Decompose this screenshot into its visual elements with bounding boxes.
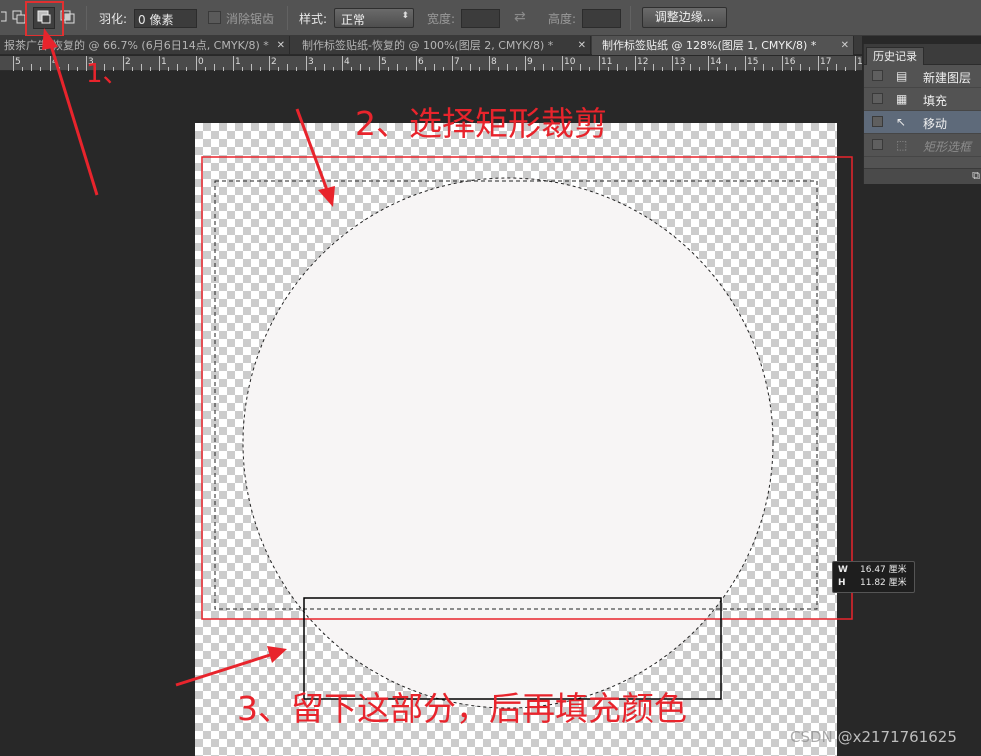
rect-marquee-icon: ⬚ xyxy=(896,138,908,152)
history-item[interactable]: ▦ 填充 xyxy=(864,88,981,111)
history-item-label: 填充 xyxy=(923,94,948,108)
history-item-label: 新建图层 xyxy=(923,71,972,85)
new-document-from-state-icon[interactable]: ⧉ xyxy=(972,169,980,183)
height-key: H xyxy=(838,578,846,588)
panel-footer: ⧉ xyxy=(864,168,981,184)
history-item[interactable]: ↖ 移动 xyxy=(864,111,981,134)
snapshot-checkbox[interactable] xyxy=(872,70,883,81)
fill-icon: ▦ xyxy=(896,92,908,106)
annotation-arrow-3 xyxy=(175,653,271,687)
tab-history[interactable]: 历史记录 xyxy=(866,47,924,65)
annotation-arrow-2 xyxy=(295,108,329,191)
history-item-label: 矩形选框 xyxy=(923,140,972,154)
height-value: 11.82 厘米 xyxy=(860,578,907,588)
size-tooltip: W 16.47 厘米 H 11.82 厘米 xyxy=(832,561,915,593)
move-tool-icon: ↖ xyxy=(896,115,907,129)
arrow-head-icon xyxy=(42,28,58,50)
photoshop-window: 羽化: 0 像素 消除锯齿 样式: 正常 ⬍ 宽度: ⇄ 高度: 调整边缘...… xyxy=(0,0,981,756)
snapshot-checkbox[interactable] xyxy=(872,93,883,104)
arrow-head-icon xyxy=(267,646,287,663)
history-item[interactable]: ▤ 新建图层 xyxy=(864,65,981,88)
snapshot-checkbox[interactable] xyxy=(872,139,883,150)
width-value: 16.47 厘米 xyxy=(860,565,907,575)
snapshot-checkbox[interactable] xyxy=(872,116,883,127)
history-item[interactable]: ⬚ 矩形选框 xyxy=(864,134,981,157)
width-key: W xyxy=(838,565,848,575)
history-item-label: 移动 xyxy=(923,117,948,131)
history-panel: 历史记录 ▤ 新建图层 ▦ 填充 ↖ 移动 ⬚ 矩形选框 ⧉ xyxy=(863,44,981,184)
circle-selection xyxy=(242,177,774,709)
watermark-handle: @x2171761625 xyxy=(837,728,957,746)
arrow-head-icon xyxy=(318,186,335,207)
watermark-site: CSDN xyxy=(790,728,833,746)
annotation-step-1: 1、 xyxy=(86,59,129,89)
watermark: CSDN @x2171761625 xyxy=(790,728,957,746)
panel-header: 历史记录 xyxy=(864,44,981,65)
new-layer-icon: ▤ xyxy=(896,69,908,83)
annotation-step-2: 2、选择矩形裁剪 xyxy=(355,104,607,143)
annotation-step-3: 3、留下这部分，后再填充颜色 xyxy=(237,689,687,728)
